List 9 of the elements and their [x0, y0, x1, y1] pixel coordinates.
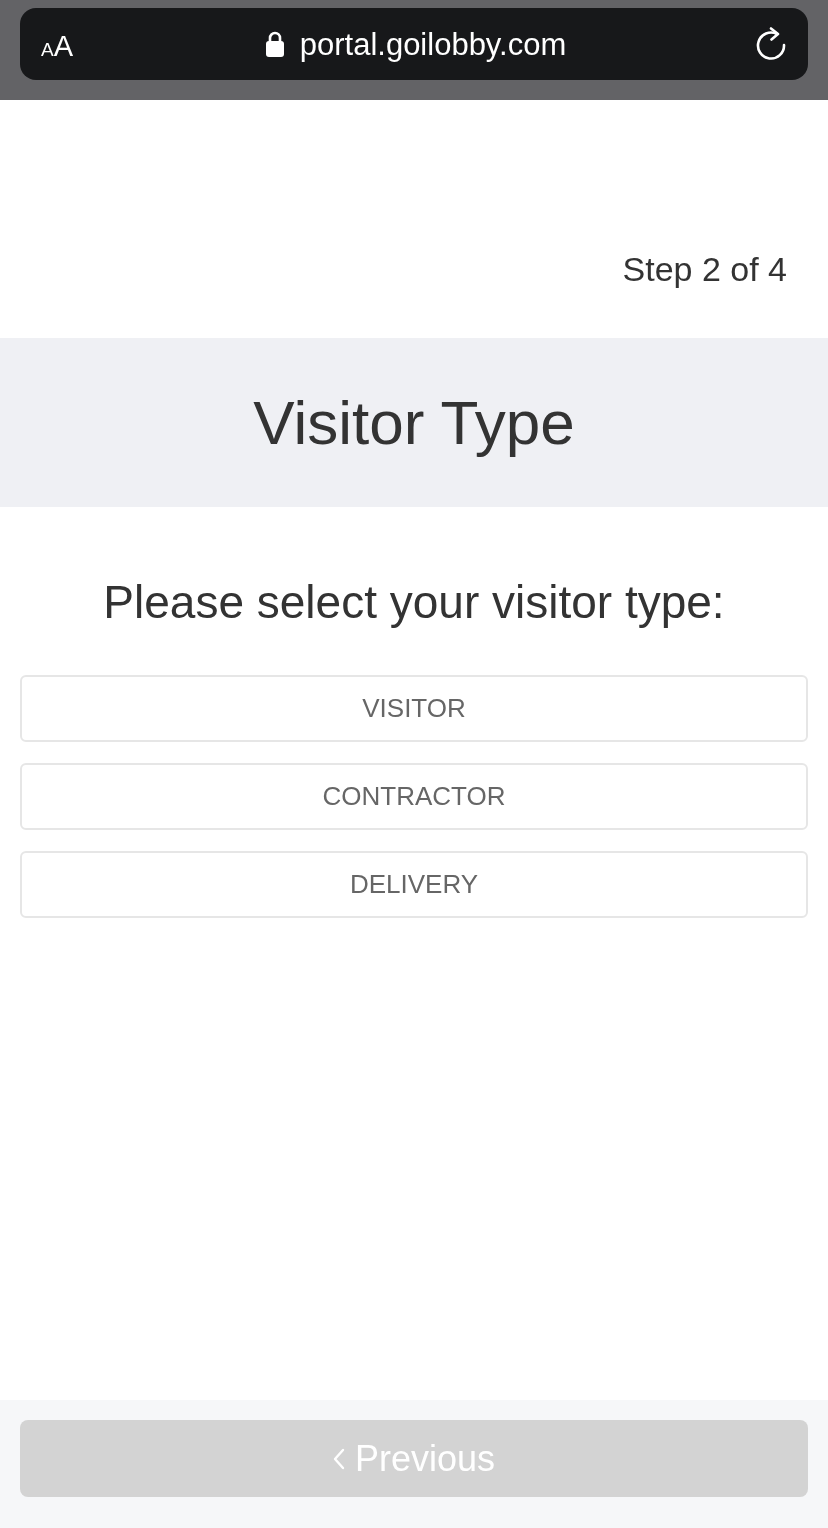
reload-icon[interactable] — [755, 27, 787, 61]
address-bar[interactable]: AA portal.goilobby.com — [20, 8, 808, 80]
visitor-type-option[interactable]: CONTRACTOR — [20, 763, 808, 830]
url-text: portal.goilobby.com — [299, 28, 567, 60]
text-size-button[interactable]: AA — [41, 29, 101, 59]
step-indicator: Step 2 of 4 — [622, 252, 787, 286]
chevron-left-icon — [332, 1447, 345, 1470]
visitor-type-option[interactable]: VISITOR — [20, 675, 808, 742]
visitor-type-option[interactable]: DELIVERY — [20, 851, 808, 918]
